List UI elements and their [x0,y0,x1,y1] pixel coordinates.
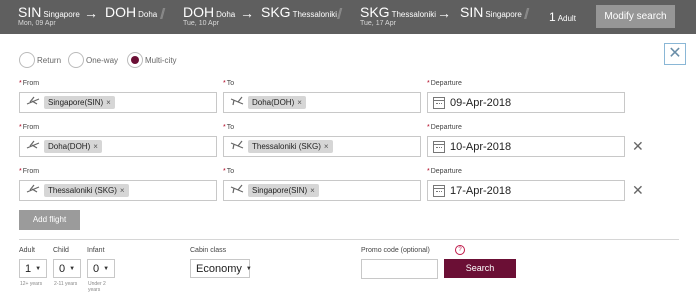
help-icon[interactable]: ? [455,245,465,255]
to-label: *To [223,168,235,175]
modify-search-button[interactable]: Modify search [596,5,675,28]
landing-icon [230,96,244,109]
trip-type-one-way[interactable]: One-way [68,52,118,68]
remove-chip-icon[interactable]: × [93,142,98,151]
takeoff-icon [26,140,40,153]
chevron-down-icon: ▼ [35,265,42,272]
airport-chip: Thessaloniki (SKG) × [44,184,129,197]
adult-label: Adult [19,247,35,254]
passenger-summary: 1 Adult [549,10,576,24]
departure-date-input[interactable]: 10-Apr-2018 [427,136,625,157]
remove-flight-icon[interactable]: ✕ [632,182,644,199]
from-airport-input[interactable]: Thessaloniki (SKG) × [19,180,217,201]
to-airport-input[interactable]: Thessaloniki (SKG) × [223,136,421,157]
remove-chip-icon[interactable]: × [106,98,111,107]
divider [19,239,679,240]
calendar-icon[interactable] [433,140,445,153]
departure-date-input[interactable]: 09-Apr-2018 [427,92,625,113]
remove-chip-icon[interactable]: × [297,98,302,107]
airport-chip: Singapore(SIN) × [248,184,319,197]
promo-code-label: Promo code (optional) [361,247,430,254]
from-label: *From [19,80,40,87]
departure-label: *Departure [427,124,462,131]
to-airport-input[interactable]: Singapore(SIN) × [223,180,421,201]
airport-chip: Doha(DOH) × [248,96,306,109]
calendar-icon[interactable] [433,96,445,109]
segment-origin-1: SIN Singapore Mon, 09 Apr [18,4,80,27]
remove-chip-icon[interactable]: × [310,186,315,195]
airport-chip: Doha(DOH) × [44,140,102,153]
infant-label: Infant [87,247,105,254]
from-label: *From [19,168,40,175]
landing-icon [230,184,244,197]
child-age-hint: 2-11 years [54,281,78,287]
chevron-down-icon: ▼ [245,265,252,272]
segment-origin-2: DOH Doha Tue, 10 Apr [183,4,236,27]
promo-code-input[interactable] [361,259,438,279]
segment-dest-1: DOH Doha [105,4,158,20]
remove-flight-icon[interactable]: ✕ [632,138,644,155]
departure-label: *Departure [427,168,462,175]
to-label: *To [223,124,235,131]
cabin-class-label: Cabin class [190,247,227,254]
cabin-class-select[interactable]: Economy ▼ [190,259,252,278]
separator: // [337,6,343,23]
add-flight-button[interactable]: Add flight [19,210,80,230]
adult-select[interactable]: 1 ▼ [19,259,47,278]
radio-icon[interactable] [19,52,35,68]
chevron-down-icon: ▼ [103,265,110,272]
separator: // [160,6,166,23]
from-airport-input[interactable]: Singapore(SIN) × [19,92,217,113]
itinerary-header: SIN Singapore Mon, 09 Apr → DOH Doha // DO… [0,0,696,34]
chevron-down-icon: ▼ [69,265,76,272]
arrow-icon: → [84,5,98,21]
child-label: Child [53,247,69,254]
airport-chip: Thessaloniki (SKG) × [248,140,333,153]
calendar-icon[interactable] [433,184,445,197]
child-select[interactable]: 0 ▼ [53,259,81,278]
arrow-icon: → [240,5,254,21]
to-label: *To [223,80,235,87]
takeoff-icon [26,96,40,109]
infant-age-hint: Under 2 years [88,281,106,293]
search-button[interactable]: Search [444,259,516,278]
remove-chip-icon[interactable]: × [324,142,329,151]
remove-chip-icon[interactable]: × [120,186,125,195]
close-icon[interactable]: ✕ [664,43,686,65]
from-label: *From [19,124,40,131]
departure-date-input[interactable]: 17-Apr-2018 [427,180,625,201]
departure-label: *Departure [427,80,462,87]
separator: // [524,6,530,23]
takeoff-icon [26,184,40,197]
segment-dest-3: SIN Singapore [460,4,522,20]
trip-type-return[interactable]: Return [19,52,61,68]
radio-selected-icon[interactable] [127,52,143,68]
adult-age-hint: 12+ years [20,281,43,287]
to-airport-input[interactable]: Doha(DOH) × [223,92,421,113]
radio-icon[interactable] [68,52,84,68]
trip-type-multi-city[interactable]: Multi-city [127,52,177,68]
infant-select[interactable]: 0 ▼ [87,259,115,278]
segment-origin-3: SKG Thessaloniki Tue, 17 Apr [360,4,437,27]
arrow-icon: → [437,5,451,21]
landing-icon [230,140,244,153]
airport-chip: Singapore(SIN) × [44,96,115,109]
segment-dest-2: SKG Thessaloniki [261,4,338,20]
from-airport-input[interactable]: Doha(DOH) × [19,136,217,157]
